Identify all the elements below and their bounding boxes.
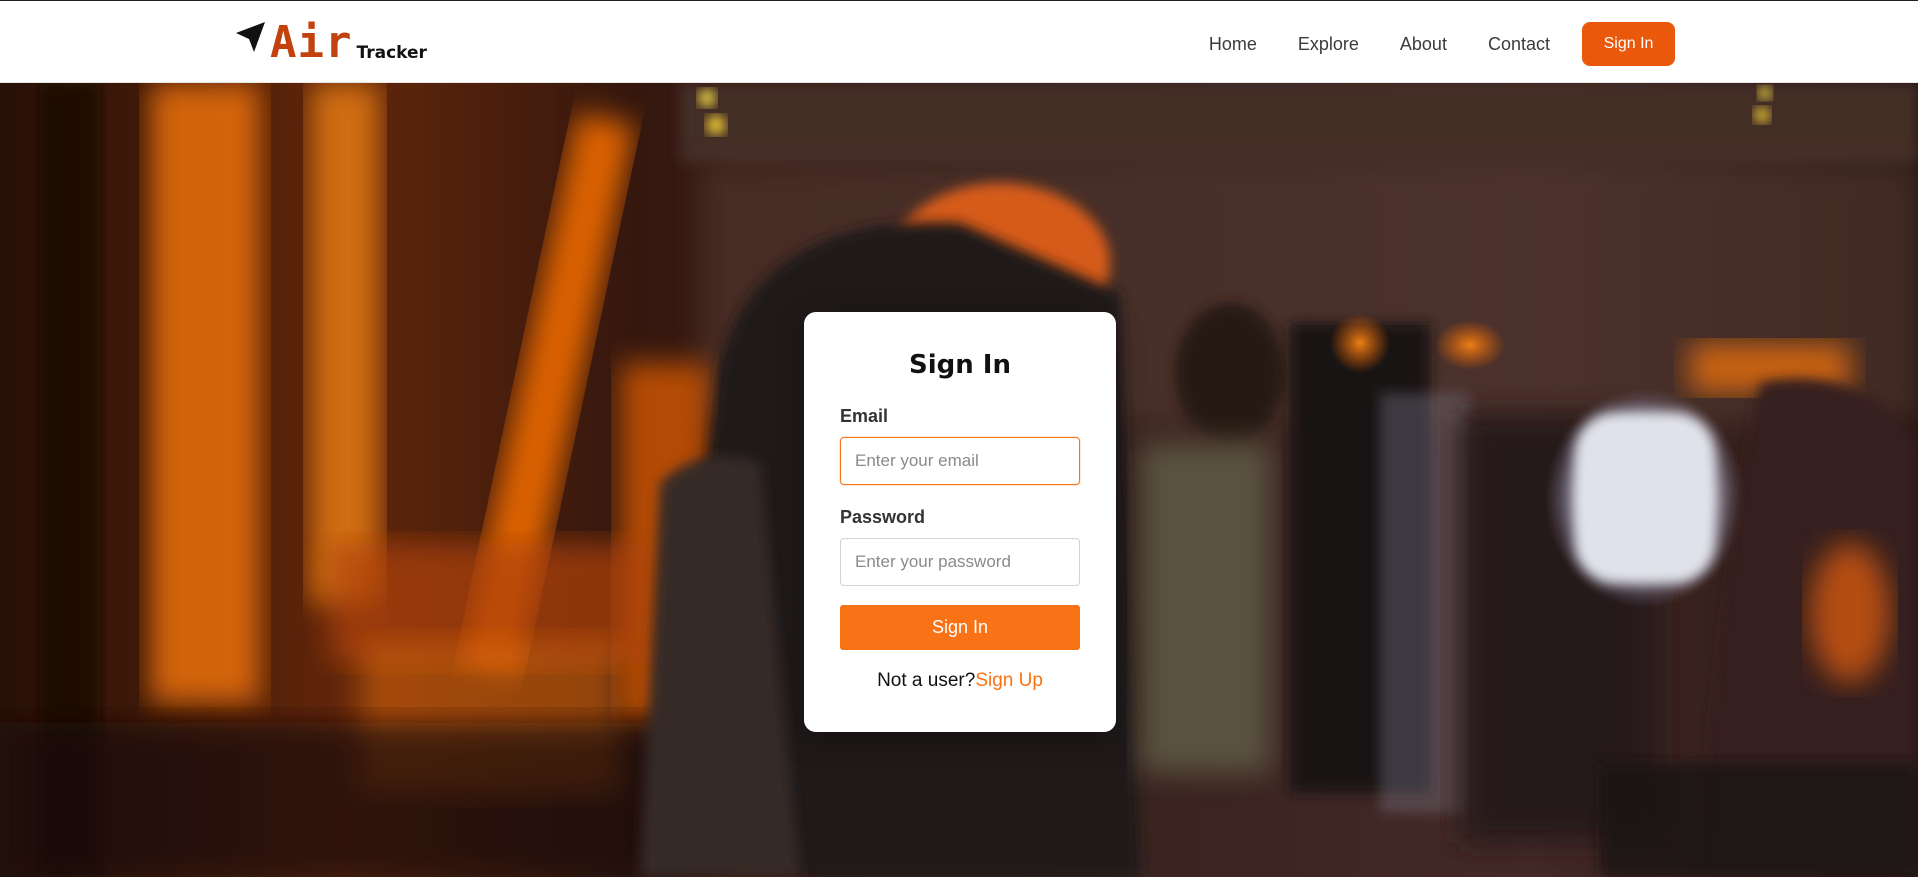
signin-card: Sign In Email Password Sign In Not a use… (804, 312, 1116, 732)
nav-link-explore[interactable]: Explore (1298, 34, 1359, 55)
password-label: Password (840, 507, 926, 527)
signup-prompt-row: Not a user?Sign Up (840, 670, 1080, 692)
logo-suffix-text: Tracker (356, 43, 427, 63)
nav-link-home[interactable]: Home (1209, 34, 1257, 55)
email-label: Email (840, 406, 889, 426)
email-field[interactable] (840, 437, 1080, 485)
signin-title: Sign In (909, 350, 1011, 380)
signup-link[interactable]: Sign Up (975, 670, 1043, 691)
password-field[interactable] (840, 538, 1080, 586)
logo-brand-text: Air (270, 17, 353, 68)
header-signin-button[interactable]: Sign In (1582, 22, 1675, 66)
nav-link-about[interactable]: About (1400, 34, 1447, 55)
top-navbar: Air Tracker Home Explore About Contact S… (0, 0, 1918, 83)
signin-submit-button[interactable]: Sign In (840, 605, 1080, 650)
signup-prompt-text: Not a user? (877, 670, 976, 691)
main-nav: Home Explore About Contact Sign In (1209, 22, 1675, 66)
paper-plane-icon (236, 22, 265, 52)
nav-link-contact[interactable]: Contact (1488, 34, 1550, 55)
site-logo[interactable]: Air Tracker (234, 15, 427, 65)
